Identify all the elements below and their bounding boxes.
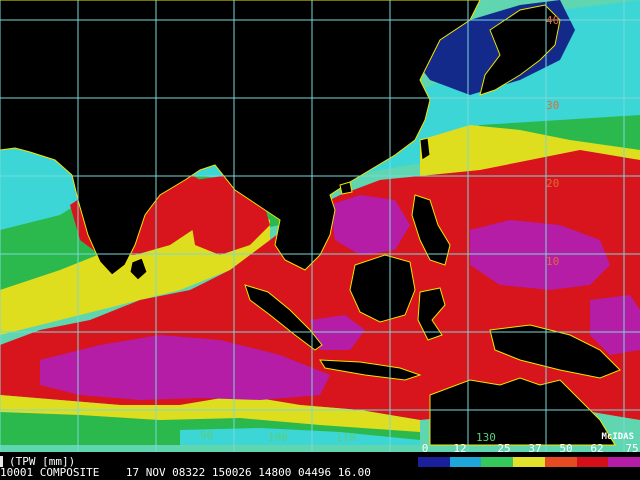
lat-label-30: 30 xyxy=(546,99,560,112)
legend-segment-3 xyxy=(513,457,545,467)
legend-tick-25: 25 xyxy=(497,442,511,455)
legend-segment-6 xyxy=(608,457,640,467)
lat-label-40: 40 xyxy=(546,14,560,27)
lon-label-130: 130 xyxy=(476,431,496,444)
lon-label-100: 100 xyxy=(268,431,288,444)
tpw-composite-map xyxy=(0,0,640,455)
legend-segment-0 xyxy=(418,457,450,467)
legend-tick-75: 75 xyxy=(625,442,639,455)
land-malay-borneo xyxy=(349,254,416,323)
legend-segment-2 xyxy=(481,457,514,467)
lat-label-10: 10 xyxy=(546,255,560,268)
legend-tick-12: 12 xyxy=(453,442,467,455)
status-line: 10001 COMPOSITE 17 NOV 08322 150026 1480… xyxy=(0,466,371,479)
legend-tick-37: 37 xyxy=(528,442,542,455)
legend-tick-labels: 0 12 25 37 50 62 75 xyxy=(0,443,640,456)
legend-tick-62: 62 xyxy=(590,442,604,455)
tpw-color-legend xyxy=(418,457,640,467)
legend-segment-5 xyxy=(576,457,609,467)
legend-tick-50: 50 xyxy=(559,442,573,455)
legend-segment-4 xyxy=(544,457,577,467)
lon-label-110: 110 xyxy=(336,431,356,444)
lon-label-90: 90 xyxy=(200,429,214,442)
legend-tick-0: 0 xyxy=(421,442,429,455)
producer-label: McIDAS xyxy=(601,432,634,442)
legend-segment-1 xyxy=(449,457,482,467)
lat-label-20: 20 xyxy=(546,177,560,190)
